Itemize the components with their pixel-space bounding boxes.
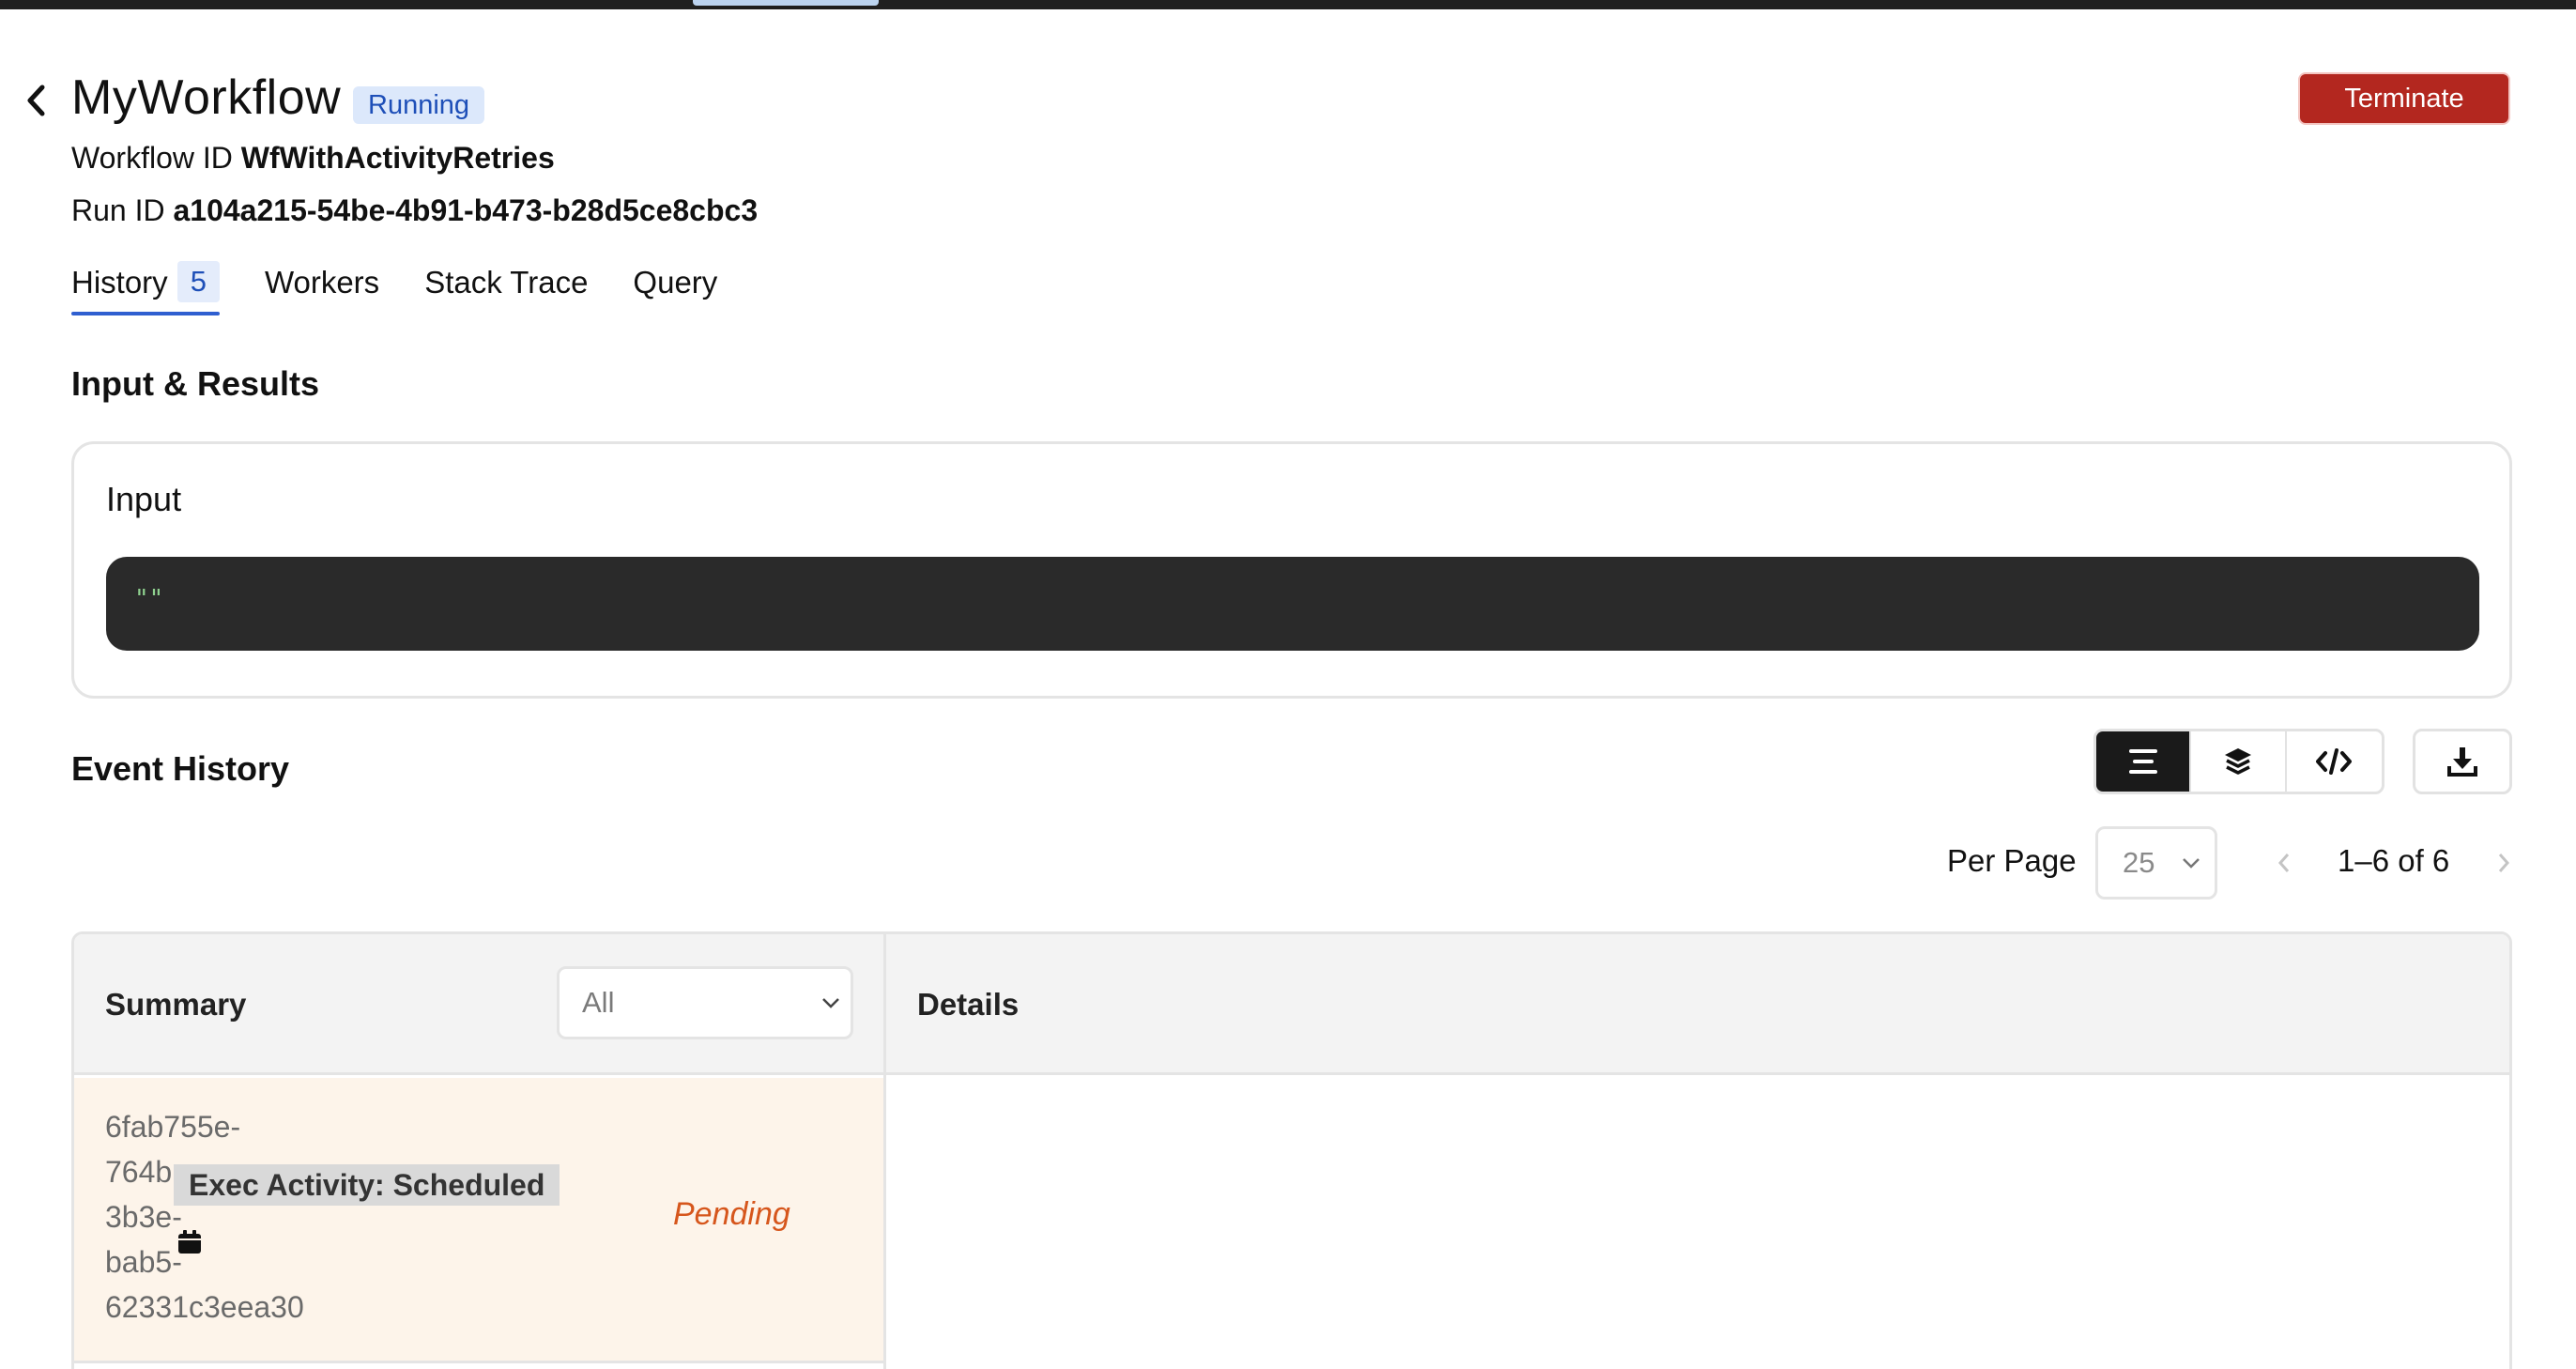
page-title: MyWorkflow — [71, 70, 342, 125]
download-icon — [2447, 747, 2477, 777]
back-button[interactable] — [19, 77, 53, 124]
input-results-heading: Input & Results — [71, 364, 320, 403]
event-id-line: 6fab755e- — [105, 1110, 241, 1144]
top-app-bar — [0, 0, 2576, 9]
event-filter-value: All — [582, 986, 615, 1019]
summary-column-header: Summary — [105, 987, 247, 1022]
chevron-left-icon — [2277, 854, 2290, 872]
input-card: Input "" — [71, 441, 2512, 699]
tab-query[interactable]: Query — [633, 265, 717, 315]
tab-query-label: Query — [633, 265, 718, 300]
run-id-value: a104a215-54be-4b91-b473-b28d5ce8cbc3 — [173, 193, 759, 227]
view-mode-toggle-group — [2093, 729, 2384, 794]
workflow-id-value: WfWithActivityRetries — [240, 141, 555, 175]
tab-history[interactable]: History 5 — [71, 261, 220, 315]
status-badge: Running — [353, 86, 485, 124]
calendar-icon — [178, 1230, 201, 1254]
feed-view-button[interactable] — [2191, 731, 2287, 792]
top-bar-active-indicator — [693, 0, 879, 6]
chevron-left-icon — [27, 85, 45, 116]
code-icon — [2316, 748, 2353, 775]
tab-workers-label: Workers — [264, 265, 380, 300]
tab-stack-trace-label: Stack Trace — [424, 265, 589, 300]
tab-history-label: History — [71, 265, 168, 300]
details-column-header: Details — [917, 987, 1020, 1022]
tab-stack-trace[interactable]: Stack Trace — [424, 265, 588, 315]
next-page-button[interactable] — [2490, 847, 2518, 879]
tab-workers[interactable]: Workers — [265, 265, 379, 315]
event-status: Pending — [673, 1196, 790, 1232]
pagination-range: 1–6 of 6 — [2338, 843, 2450, 878]
input-label: Input — [106, 480, 182, 518]
compact-view-button[interactable] — [2096, 731, 2192, 792]
column-divider — [883, 934, 886, 1369]
per-page-label: Per Page — [1947, 843, 2077, 878]
tab-bar: History 5 Workers Stack Trace Query — [71, 261, 762, 315]
event-history-table: Summary All Details 6fab755e- 764b 3b3e-… — [71, 931, 2512, 1369]
chevron-down-icon — [2183, 858, 2200, 869]
workflow-id-row: Workflow ID WfWithActivityRetries — [71, 141, 555, 176]
previous-page-button[interactable] — [2270, 847, 2298, 879]
json-view-button[interactable] — [2287, 731, 2382, 792]
per-page-value: 25 — [2123, 846, 2155, 879]
event-id: 6fab755e- 764b 3b3e- bab5- 62331c3eea30 — [105, 1104, 312, 1330]
event-type-label: Exec Activity: Scheduled — [174, 1164, 560, 1206]
chevron-right-icon — [2498, 854, 2510, 872]
per-page-select[interactable]: 25 — [2095, 826, 2217, 900]
download-button[interactable] — [2413, 729, 2512, 794]
run-id-label: Run ID — [71, 193, 165, 227]
run-id-row: Run ID a104a215-54be-4b91-b473-b28d5ce8c… — [71, 193, 758, 228]
input-code-block[interactable]: "" — [106, 557, 2479, 651]
event-id-line: bab5- — [105, 1245, 182, 1279]
table-row[interactable]: 6fab755e- 764b 3b3e- bab5- 62331c3eea30 … — [74, 1078, 883, 1363]
event-id-line: 62331c3eea30 — [105, 1290, 304, 1324]
tab-history-count-badge: 5 — [176, 261, 220, 302]
table-header: Summary All Details — [74, 934, 2509, 1075]
workflow-id-label: Workflow ID — [71, 141, 233, 175]
event-history-heading: Event History — [71, 749, 290, 788]
layers-icon — [2225, 748, 2252, 775]
list-icon — [2128, 749, 2157, 774]
event-filter-select[interactable]: All — [557, 966, 853, 1039]
chevron-down-icon — [822, 998, 839, 1008]
terminate-button[interactable]: Terminate — [2298, 72, 2510, 125]
